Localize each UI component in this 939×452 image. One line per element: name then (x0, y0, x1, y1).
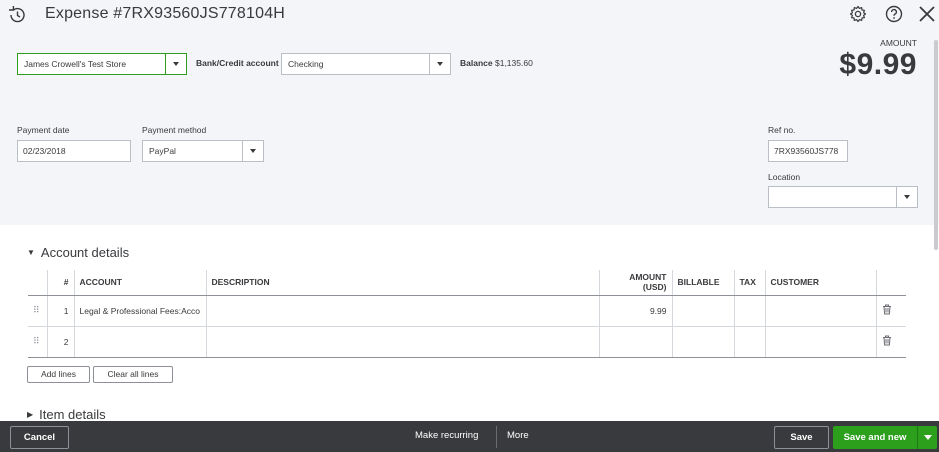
column-header-billable: BILLABLE (671, 270, 734, 296)
account-details-heading: Account details (40, 245, 130, 260)
column-header-tax: TAX (733, 270, 765, 296)
account-cell[interactable] (73, 326, 206, 358)
divider (496, 426, 497, 448)
delete-column-header (875, 270, 906, 296)
location-label: Location (768, 172, 801, 182)
payee-value: James Crowell's Test Store (24, 59, 127, 69)
save-and-new-button[interactable]: Save and new (833, 426, 937, 449)
balance-label: Balance (460, 58, 493, 68)
table-row: ⠿ 1 Legal & Professional Fees:Acco 9.99 (28, 295, 906, 327)
ref-no-label: Ref no. (768, 125, 796, 135)
chevron-down-icon[interactable] (165, 54, 186, 74)
column-header-amount: AMOUNT (USD) (598, 270, 672, 296)
amount-label: AMOUNT (880, 38, 917, 48)
cancel-button[interactable]: Cancel (10, 426, 69, 449)
payment-method-select[interactable]: PayPal (142, 140, 264, 162)
bank-account-label: Bank/Credit account (196, 58, 279, 68)
chevron-down-icon[interactable] (429, 54, 450, 74)
description-cell[interactable] (205, 326, 599, 358)
drag-column-header (28, 270, 47, 296)
scrollbar[interactable] (934, 40, 938, 250)
balance-value: $1,135.60 (494, 58, 533, 68)
more-link[interactable]: More (507, 430, 529, 441)
column-header-account: ACCOUNT (73, 270, 206, 296)
customer-cell[interactable] (764, 295, 876, 327)
page-title: Expense #7RX93560JS778104H (45, 5, 286, 22)
caret-right-icon: ▶ (27, 410, 34, 420)
footer-bar: Cancel Make recurring More Save Save and… (0, 421, 939, 452)
trash-icon[interactable] (875, 326, 906, 358)
ref-no-field[interactable]: 7RX93560JS778 (768, 140, 848, 162)
column-header-description: DESCRIPTION (205, 270, 599, 296)
location-select[interactable] (768, 186, 918, 208)
account-lines-table: # ACCOUNT DESCRIPTION AMOUNT (USD) BILLA… (28, 270, 906, 358)
column-header-number: # (46, 270, 74, 296)
payment-date-value: 02/23/2018 (23, 146, 66, 156)
payee-select[interactable]: James Crowell's Test Store (17, 53, 187, 75)
close-icon[interactable] (917, 4, 937, 24)
payment-method-value: PayPal (149, 146, 176, 156)
item-details-toggle[interactable]: ▶ Item details (27, 407, 106, 422)
tax-cell[interactable] (733, 326, 765, 358)
help-icon[interactable] (884, 4, 904, 24)
payment-date-field[interactable]: 02/23/2018 (17, 140, 131, 162)
amount-cell[interactable]: 9.99 (598, 295, 672, 327)
trash-icon[interactable] (875, 295, 906, 327)
table-row: ⠿ 2 (28, 326, 906, 358)
bank-account-select[interactable]: Checking (281, 53, 451, 75)
save-button[interactable]: Save (774, 426, 829, 449)
tax-cell[interactable] (733, 295, 765, 327)
customer-cell[interactable] (764, 326, 876, 358)
clear-all-lines-button[interactable]: Clear all lines (93, 366, 173, 383)
billable-cell[interactable] (671, 295, 734, 327)
chevron-down-icon[interactable] (242, 141, 263, 161)
account-details-toggle[interactable]: ▼ Account details (27, 245, 129, 260)
chevron-down-icon[interactable] (917, 426, 937, 449)
table-header-row: # ACCOUNT DESCRIPTION AMOUNT (USD) BILLA… (28, 270, 906, 296)
row-number: 1 (46, 295, 74, 327)
row-number: 2 (46, 326, 74, 358)
chevron-down-icon[interactable] (896, 187, 917, 207)
balance: Balance $1,135.60 (460, 58, 533, 68)
caret-down-icon: ▼ (27, 248, 35, 258)
ref-no-value: 7RX93560JS778 (774, 146, 839, 156)
account-cell[interactable]: Legal & Professional Fees:Acco (73, 295, 206, 327)
billable-cell[interactable] (671, 326, 734, 358)
payment-date-label: Payment date (17, 125, 70, 135)
bank-account-value: Checking (288, 59, 324, 69)
history-icon[interactable] (6, 5, 28, 25)
amount-cell[interactable] (598, 326, 672, 358)
description-cell[interactable] (205, 295, 599, 327)
make-recurring-link[interactable]: Make recurring (415, 430, 478, 441)
add-lines-button[interactable]: Add lines (27, 366, 90, 383)
save-and-new-label: Save and new (843, 432, 907, 443)
drag-handle-icon[interactable]: ⠿ (28, 326, 47, 358)
amount-total: $9.99 (839, 48, 917, 81)
title-bar: Expense #7RX93560JS778104H (0, 0, 939, 32)
payment-method-label: Payment method (142, 125, 207, 135)
gear-icon[interactable] (848, 4, 868, 24)
item-details-heading: Item details (39, 407, 106, 422)
column-header-customer: CUSTOMER (764, 270, 876, 296)
drag-handle-icon[interactable]: ⠿ (28, 295, 47, 327)
